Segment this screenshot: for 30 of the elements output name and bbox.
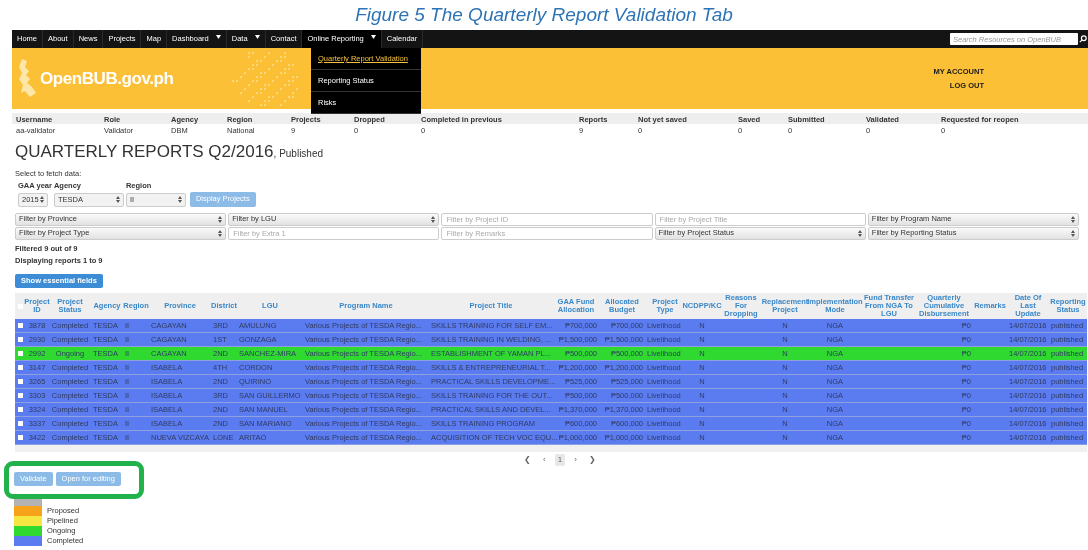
updown-icon [1071,229,1075,237]
page-subtitle: , Published [273,148,324,159]
caret-icon [254,34,260,39]
pagination-link[interactable]: ❮ [521,454,535,466]
updown-icon [431,215,436,223]
row-checkbox[interactable] [18,393,23,398]
row-checkbox[interactable] [18,351,23,356]
search-icon [1079,35,1087,43]
caret-icon [370,34,376,39]
pagination-link[interactable]: ‹ [540,454,549,466]
pagination-link[interactable]: › [571,454,580,466]
updown-icon [1071,215,1075,223]
row-checkbox[interactable] [18,435,23,440]
updown-icon [857,229,862,237]
pagination-link[interactable]: 1 [554,454,566,466]
row-checkbox[interactable] [18,337,23,342]
row-checkbox[interactable] [18,421,23,426]
updown-icon [40,196,44,203]
row-checkbox[interactable] [18,379,23,384]
row-checkbox[interactable] [18,365,23,370]
updown-icon [115,196,120,203]
updown-icon [177,196,182,203]
updown-icon [218,215,223,223]
pagination-link[interactable]: ❯ [585,454,599,466]
figure-caption: Figure 5 The Quarterly Report Validation Tab [355,2,733,27]
page-title: QUARTERLY REPORTS Q2/2016 [15,142,274,162]
caret-icon [215,34,221,39]
row-checkbox[interactable] [18,407,23,412]
updown-icon [218,229,223,237]
row-checkbox[interactable] [18,323,23,328]
